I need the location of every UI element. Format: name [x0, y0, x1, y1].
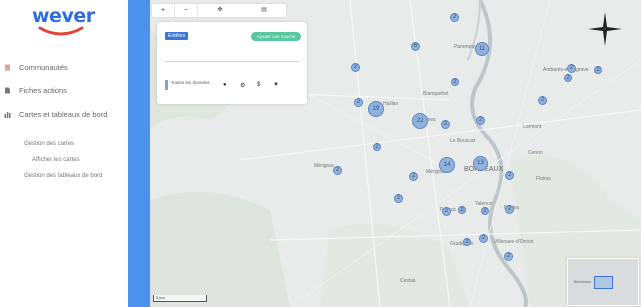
sidebar-item-label: Cartes et tableaux de bord: [19, 110, 108, 119]
map-cluster-marker[interactable]: 14: [439, 157, 455, 173]
map-cluster-marker[interactable]: 2: [442, 207, 451, 216]
tab-table[interactable]: ▤: [242, 4, 286, 17]
map-cluster-marker[interactable]: 2: [481, 207, 489, 215]
wever-logo[interactable]: wever: [32, 5, 95, 27]
map-cluster-marker[interactable]: 13: [473, 156, 488, 171]
map-cluster-marker[interactable]: 2: [441, 120, 450, 129]
map-cluster-marker[interactable]: 2: [450, 13, 459, 22]
sidebar: wever Communautés Fiches actions Cartes …: [0, 0, 128, 307]
minimap-viewport[interactable]: [594, 276, 613, 289]
place-label: Villenave-d'Ornon: [494, 239, 534, 245]
map-cluster-marker[interactable]: 19: [368, 101, 384, 117]
place-label: Cenon: [528, 150, 543, 156]
file-icon: [5, 87, 10, 94]
layers-panel: Entêtes Ajouter une couche Toutes les do…: [157, 22, 307, 104]
map-cluster-marker[interactable]: 2: [458, 206, 466, 214]
sidebar-item-communities[interactable]: Communautés: [4, 63, 122, 72]
map-cluster-marker[interactable]: 22: [412, 113, 428, 129]
zoom-in-button[interactable]: +: [152, 4, 175, 17]
settings-icon[interactable]: ⚙: [240, 82, 245, 89]
map-cluster-marker[interactable]: 2: [538, 96, 547, 105]
map-scale: 5 km: [153, 295, 207, 302]
panel-divider: [165, 61, 299, 62]
map-cluster-marker[interactable]: 2: [394, 194, 403, 203]
sidebar-item-action-sheets[interactable]: Fiches actions: [4, 86, 122, 95]
map-cluster-marker[interactable]: 2: [451, 78, 459, 86]
zoom-out-button[interactable]: −: [175, 4, 198, 17]
map-cluster-marker[interactable]: 11: [475, 42, 489, 56]
add-layer-button[interactable]: Ajouter une couche: [251, 32, 301, 41]
chart-icon: [4, 112, 11, 118]
map-cluster-marker[interactable]: 2: [505, 205, 514, 214]
place-label: Blanquefort: [423, 91, 449, 97]
map-cluster-marker[interactable]: 2: [333, 166, 342, 175]
accent-strip: [128, 0, 150, 307]
minimap-label: Bordeaux: [574, 279, 592, 284]
dollar-icon[interactable]: $: [257, 82, 260, 88]
community-icon: [5, 64, 10, 71]
logo-smile-icon: [38, 26, 84, 36]
map-cluster-marker[interactable]: 2: [463, 238, 471, 246]
sidebar-sub-item-map-management[interactable]: Gestion des cartes: [24, 141, 74, 147]
layer-color-swatch: [165, 80, 168, 90]
minimap[interactable]: Bordeaux: [567, 258, 639, 306]
eye-icon[interactable]: ●: [223, 82, 227, 88]
header-chip[interactable]: Entêtes: [165, 32, 188, 40]
map-cluster-marker[interactable]: 2: [505, 171, 514, 180]
layer-row[interactable]: Toutes les données: [165, 80, 215, 90]
sidebar-item-label: Communautés: [19, 63, 68, 72]
map-cluster-marker[interactable]: 2: [409, 172, 418, 181]
place-label: Le Bouscat: [450, 138, 476, 144]
map-cluster-marker[interactable]: 2: [504, 252, 513, 261]
map-cluster-marker[interactable]: 6: [411, 42, 420, 51]
place-label: Ambarès-et-Lagrave: [543, 67, 589, 73]
place-label: Floirac: [536, 176, 552, 182]
place-label: Mérignac: [314, 163, 335, 169]
place-label: Cestas: [400, 278, 416, 284]
filter-icon[interactable]: ▼: [273, 82, 279, 88]
map-cluster-marker[interactable]: 2: [479, 234, 488, 243]
sidebar-item-label: Fiches actions: [19, 86, 67, 95]
map-cluster-marker[interactable]: 2: [354, 98, 363, 107]
map-cluster-marker[interactable]: 2: [564, 74, 572, 82]
place-label: Lormont: [523, 124, 542, 130]
compass-icon[interactable]: [588, 12, 622, 46]
layer-name: Toutes les données: [171, 80, 210, 85]
map-cluster-marker[interactable]: 2: [476, 116, 485, 125]
sidebar-sub-item-show-maps[interactable]: Afficher les cartes: [32, 157, 80, 163]
map-cluster-marker[interactable]: 2: [567, 64, 576, 73]
map-cluster-marker[interactable]: 2: [351, 63, 360, 72]
sidebar-item-maps-dashboards[interactable]: Cartes et tableaux de bord: [4, 110, 122, 119]
sidebar-sub-item-dashboard-management[interactable]: Gestion des tableaux de bord: [24, 173, 102, 179]
map-toolbar: + − ✤ ▤: [152, 4, 286, 17]
tab-layers[interactable]: ✤: [198, 4, 242, 17]
map-cluster-marker[interactable]: 2: [373, 143, 381, 151]
map-cluster-marker[interactable]: 2: [594, 66, 602, 74]
